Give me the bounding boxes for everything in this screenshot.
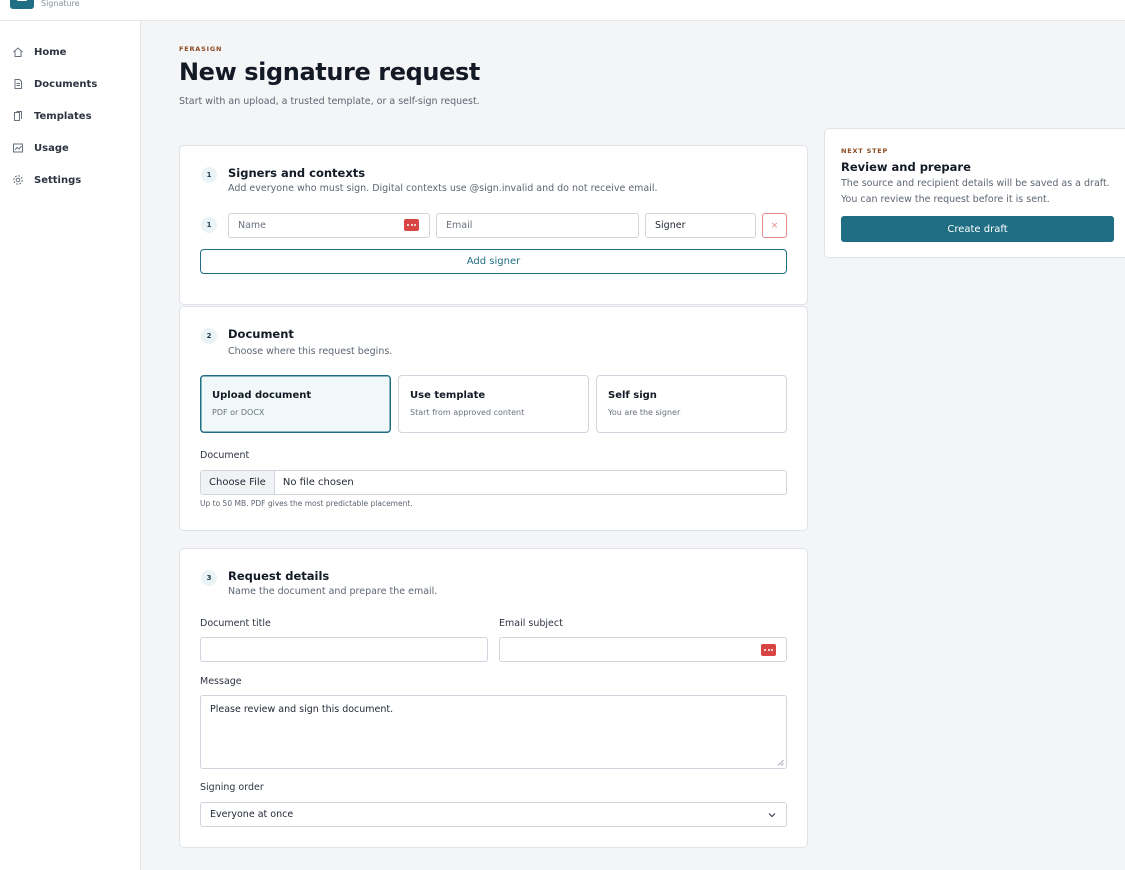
card-title: Signers and contexts <box>228 166 366 180</box>
choose-file-button[interactable]: Choose File <box>201 471 275 494</box>
chevron-down-icon <box>768 813 776 818</box>
document-title-label: Document title <box>200 618 271 629</box>
signing-order-label: Signing order <box>200 782 264 793</box>
sidebar-item-usage[interactable]: Usage <box>11 138 69 158</box>
card-title: Request details <box>228 569 330 583</box>
page-title: New signature request <box>179 58 480 86</box>
option-title: Use template <box>410 390 486 401</box>
panel-eyebrow: NEXT STEP <box>841 147 889 155</box>
select-value: Everyone at once <box>210 809 294 820</box>
page-subtitle: Start with an upload, a trusted template… <box>179 96 480 107</box>
file-status: No file chosen <box>282 477 354 488</box>
brand-subtitle: Signature <box>41 0 80 8</box>
file-hint: Up to 50 MB. PDF gives the most predicta… <box>200 499 413 508</box>
signer-email-input[interactable]: Email <box>436 213 639 238</box>
password-manager-icon[interactable] <box>761 644 776 656</box>
resize-grip-icon[interactable] <box>777 759 784 766</box>
create-draft-button[interactable]: Create draft <box>841 216 1114 242</box>
remove-signer-button[interactable]: × <box>762 213 787 238</box>
email-subject-label: Email subject <box>499 618 563 629</box>
step-badge: 1 <box>201 167 217 183</box>
option-title: Self sign <box>608 390 657 401</box>
chart-icon <box>11 142 24 155</box>
option-description: Start from approved content <box>410 408 525 417</box>
card-description: Add everyone who must sign. Digital cont… <box>228 183 658 194</box>
page-eyebrow: FERASIGN <box>179 45 223 53</box>
input-placeholder: Name <box>238 220 267 231</box>
signers-card: 1 Signers and contexts Add everyone who … <box>179 145 808 305</box>
card-description: Choose where this request begins. <box>228 346 393 357</box>
sidebar-item-documents[interactable]: Documents <box>11 74 97 94</box>
option-title: Upload document <box>212 390 312 401</box>
message-textarea[interactable]: Please review and sign this document. <box>200 695 787 769</box>
textarea-value: Please review and sign this document. <box>210 704 394 715</box>
document-icon <box>11 78 24 91</box>
sidebar-item-label: Settings <box>34 174 82 186</box>
option-self-sign[interactable]: Self sign You are the signer <box>596 375 787 433</box>
input-placeholder: Email <box>446 220 473 231</box>
option-upload-document[interactable]: Upload document PDF or DOCX <box>200 375 391 433</box>
sidebar-item-home[interactable]: Home <box>11 42 66 62</box>
card-description: Name the document and prepare the email. <box>228 586 438 597</box>
signer-index-badge: 1 <box>201 217 217 233</box>
request-details-card: 3 Request details Name the document and … <box>179 548 808 848</box>
templates-icon <box>11 110 24 123</box>
document-file-input[interactable]: Choose File No file chosen <box>200 470 787 495</box>
home-icon <box>11 46 24 59</box>
next-step-panel: NEXT STEP Review and prepare The source … <box>824 128 1125 258</box>
document-title-input[interactable] <box>200 637 488 662</box>
card-title: Document <box>228 327 294 341</box>
sidebar-item-label: Usage <box>34 142 69 154</box>
sidebar: Home Documents Templates Usage Settings <box>0 21 141 870</box>
add-signer-button[interactable]: Add signer <box>200 249 787 274</box>
option-use-template[interactable]: Use template Start from approved content <box>398 375 589 433</box>
panel-title: Review and prepare <box>841 160 971 174</box>
sidebar-item-label: Documents <box>34 78 98 90</box>
message-label: Message <box>200 676 242 687</box>
signing-order-select[interactable]: Everyone at once <box>200 802 787 827</box>
option-description: PDF or DOCX <box>212 408 265 417</box>
app-logo[interactable] <box>10 0 34 9</box>
panel-description: The source and recipient details will be… <box>841 178 1110 205</box>
select-value: Signer <box>655 220 686 231</box>
option-description: You are the signer <box>608 408 681 417</box>
sidebar-item-templates[interactable]: Templates <box>11 106 92 126</box>
email-subject-input[interactable] <box>499 637 787 662</box>
sidebar-item-settings[interactable]: Settings <box>11 170 81 190</box>
signer-role-select[interactable]: Signer <box>645 213 756 238</box>
sidebar-item-label: Home <box>34 46 67 58</box>
step-badge: 3 <box>201 570 217 586</box>
signer-name-input[interactable]: Name <box>228 213 430 238</box>
sidebar-item-label: Templates <box>34 110 92 122</box>
top-bar: Signature <box>0 0 1125 21</box>
password-manager-icon[interactable] <box>404 219 419 231</box>
document-field-label: Document <box>200 450 250 461</box>
document-card: 2 Document Choose where this request beg… <box>179 306 808 531</box>
step-badge: 2 <box>201 328 217 344</box>
gear-icon <box>11 174 24 187</box>
